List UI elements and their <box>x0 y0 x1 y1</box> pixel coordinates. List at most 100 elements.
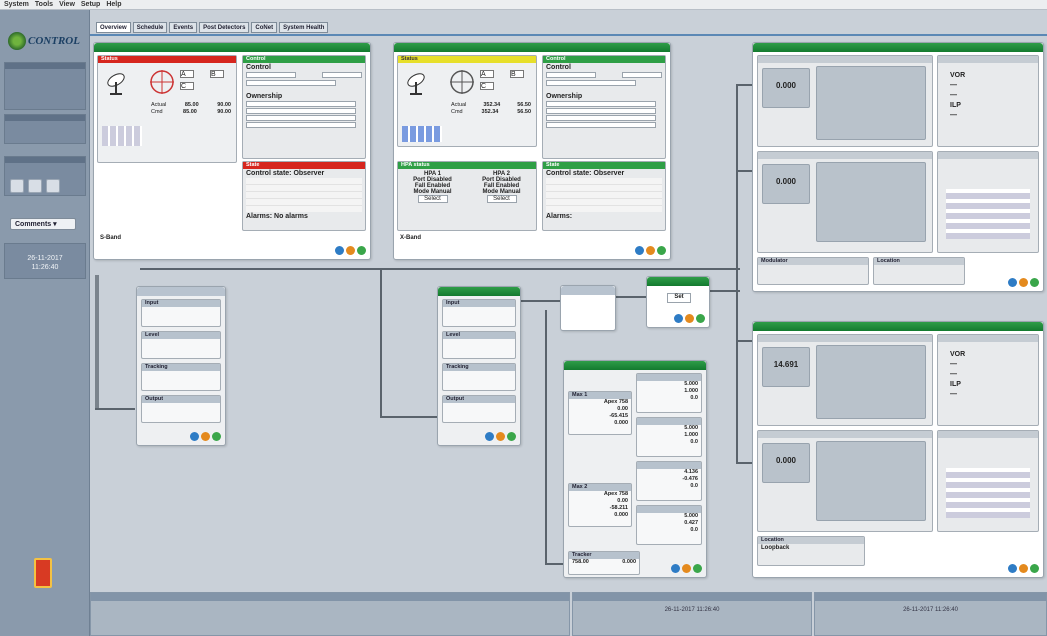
control-title: Control <box>546 64 571 71</box>
sidebar-panel-1 <box>4 62 86 110</box>
settings-icon[interactable] <box>685 314 694 323</box>
tracker-box: Tracker 758.00 0.000 <box>568 551 640 575</box>
hpa-select-button[interactable]: Select <box>486 195 517 203</box>
help-icon[interactable] <box>1008 278 1017 287</box>
set-button[interactable]: Set <box>667 293 691 303</box>
demod-box-1: 14.691 <box>757 334 933 426</box>
refresh-icon[interactable] <box>696 314 705 323</box>
logo-text: CONTROL <box>28 35 80 47</box>
mode-button-c[interactable]: C <box>180 82 194 90</box>
tab-events[interactable]: Events <box>169 22 198 33</box>
help-icon[interactable] <box>671 564 680 573</box>
control-field[interactable] <box>246 80 336 86</box>
control-field[interactable] <box>546 72 596 78</box>
tab-conet[interactable]: CoNet <box>251 22 278 33</box>
panel-header <box>564 361 706 370</box>
alarms-text: Alarms: No alarms <box>246 213 308 220</box>
vor-box: VOR — — ILP — <box>937 55 1039 147</box>
sidebar-tool-button[interactable] <box>45 179 60 193</box>
refresh-icon[interactable] <box>507 432 516 441</box>
status-panel-2: 26-11-2017 11:26:40 <box>572 592 812 636</box>
hpa-select-button[interactable]: Select <box>417 195 448 203</box>
status-box: Status A B C Actual 85.00 90.00 Cmd 85.00 90… <box>97 55 237 163</box>
refresh-icon[interactable] <box>693 564 702 573</box>
tab-schedule[interactable]: Schedule <box>132 22 168 33</box>
help-icon[interactable] <box>1008 564 1017 573</box>
compass-icon <box>150 70 174 94</box>
tab-overview[interactable]: Overview <box>96 22 131 33</box>
chain-stage: Tracking <box>141 363 221 391</box>
help-icon[interactable] <box>635 246 644 255</box>
menu-view[interactable]: View <box>59 1 75 8</box>
settings-icon[interactable] <box>1019 564 1028 573</box>
settings-icon[interactable] <box>1019 278 1028 287</box>
refresh-icon[interactable] <box>657 246 666 255</box>
panel-icons <box>1006 564 1039 573</box>
max-label: Max 2 <box>569 484 631 491</box>
sidebar-tool-button[interactable] <box>10 179 24 193</box>
menu-bar: System Tools View Setup Help <box>0 0 1047 10</box>
hpa-box: HPA status HPA 1 Port Disabled Fall Enable… <box>397 161 537 231</box>
control-field[interactable] <box>622 72 662 78</box>
tracker-panel: Max 1 Apex 758 0.00 -65.415 0.000 Max 2 … <box>563 360 707 578</box>
help-icon[interactable] <box>335 246 344 255</box>
mode-button-c[interactable]: C <box>480 82 494 90</box>
settings-icon[interactable] <box>682 564 691 573</box>
detector-header <box>938 431 1038 438</box>
chain-stage: Level <box>442 331 516 359</box>
compass-icon <box>450 70 474 94</box>
meter-box: 0.000 <box>762 164 810 204</box>
sidebar-tool-button[interactable] <box>27 179 42 193</box>
menu-setup[interactable]: Setup <box>81 1 100 8</box>
status-header: Status <box>398 56 536 63</box>
ownership-field <box>246 115 356 121</box>
panel-icons <box>672 314 705 323</box>
settings-icon[interactable] <box>346 246 355 255</box>
panel-header <box>753 43 1043 52</box>
menu-tools[interactable]: Tools <box>35 1 53 8</box>
refresh-icon[interactable] <box>357 246 366 255</box>
wire <box>95 275 99 410</box>
log-header <box>91 593 569 601</box>
control-title: Control <box>246 64 271 71</box>
status-panel-3: 26-11-2017 11:26:40 <box>814 592 1047 636</box>
ownership-title: Ownership <box>246 93 283 100</box>
panel-header <box>438 287 520 296</box>
mode-button-b[interactable]: B <box>510 70 524 78</box>
control-field[interactable] <box>322 72 362 78</box>
tab-system-health[interactable]: System Health <box>279 22 329 33</box>
refresh-icon[interactable] <box>1030 278 1039 287</box>
status-timestamp: 26-11-2017 11:26:40 <box>664 607 720 613</box>
state-table <box>546 178 662 212</box>
help-icon[interactable] <box>674 314 683 323</box>
vor-label: VOR <box>950 72 966 79</box>
tab-post-detectors[interactable]: Post Detectors <box>199 22 250 33</box>
meter-value: 14.691 <box>773 360 799 369</box>
comments-dropdown[interactable]: Comments ▾ <box>10 218 76 230</box>
settings-icon[interactable] <box>646 246 655 255</box>
help-icon[interactable] <box>485 432 494 441</box>
control-field[interactable] <box>246 72 296 78</box>
alarms-text: Alarms: <box>546 213 573 220</box>
mode-button-b[interactable]: B <box>210 70 224 78</box>
band-label: X-Band <box>400 235 421 241</box>
ownership-field <box>546 101 656 107</box>
settings-box <box>816 162 926 242</box>
modem-panel-2: 14.691 VOR — — ILP — 0.000 Location Loopbac… <box>752 321 1044 578</box>
help-icon[interactable] <box>190 432 199 441</box>
refresh-icon[interactable] <box>212 432 221 441</box>
settings-icon[interactable] <box>201 432 210 441</box>
max-box-1: Max 1 Apex 758 0.00 -65.415 0.000 <box>568 391 632 435</box>
stage-label: Tracking <box>443 364 515 371</box>
demod-box-2: 0.000 <box>757 430 933 532</box>
indicator-grid <box>402 126 442 142</box>
detector-box <box>937 151 1039 253</box>
settings-icon[interactable] <box>496 432 505 441</box>
menu-help[interactable]: Help <box>106 1 121 8</box>
menu-system[interactable]: System <box>4 1 29 8</box>
mode-button-a[interactable]: A <box>180 70 194 78</box>
mode-button-a[interactable]: A <box>480 70 494 78</box>
control-field[interactable] <box>546 80 636 86</box>
refresh-icon[interactable] <box>1030 564 1039 573</box>
vor-header <box>938 56 1038 63</box>
